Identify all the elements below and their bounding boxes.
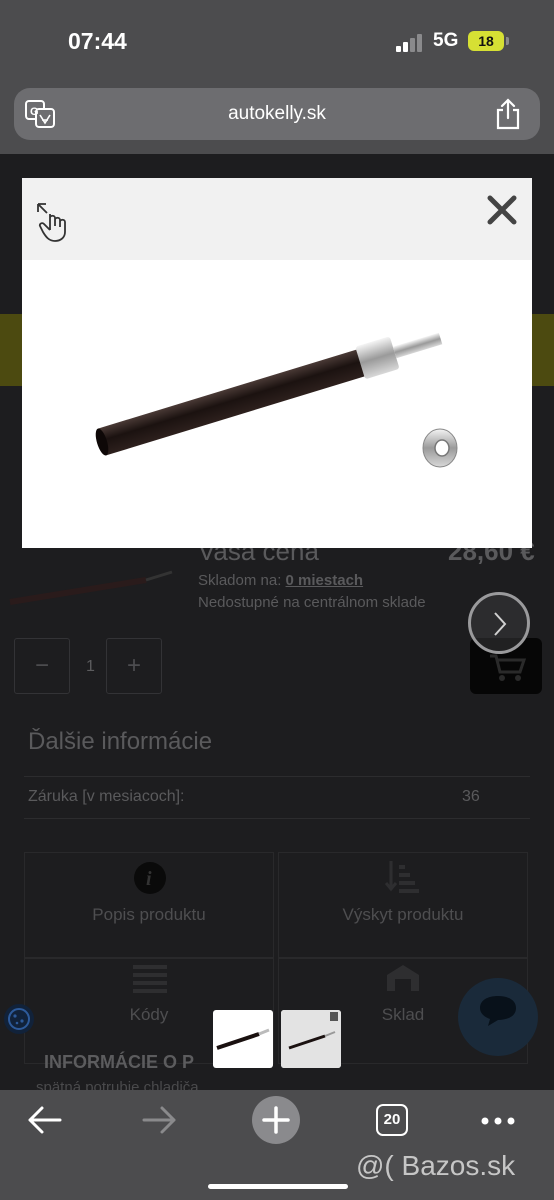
plus-icon [262, 1106, 290, 1134]
back-icon[interactable] [26, 1104, 62, 1136]
warranty-label: Záruka [v mesiacoch]: [28, 788, 185, 805]
more-icon[interactable] [480, 1116, 516, 1126]
stock-link[interactable]: 0 miestach [286, 572, 364, 589]
qty-plus-button[interactable]: + [106, 638, 162, 694]
tabs-button[interactable]: 20 [376, 1104, 408, 1136]
product-thumbnail[interactable] [6, 566, 176, 606]
battery-icon: 18 [468, 31, 504, 51]
gallery-thumbnail-1[interactable] [213, 1010, 273, 1068]
network-label: 5G [433, 30, 459, 51]
url-bar[interactable]: G autokelly.sk [14, 88, 540, 140]
warehouse-icon [387, 965, 419, 991]
image-lightbox [22, 178, 532, 548]
cell-label: Výskyt produktu [342, 905, 464, 924]
stock-prefix: Skladom na: [198, 572, 286, 589]
url-text: autokelly.sk [228, 103, 326, 124]
qty-minus-button[interactable]: − [14, 638, 70, 694]
more-info-title: Ďalšie informácie [28, 728, 213, 755]
sort-list-icon [385, 861, 419, 893]
product-image[interactable] [22, 260, 532, 548]
battery-tip [506, 37, 509, 45]
tab-product-description[interactable]: i Popis produktu [24, 852, 274, 958]
svg-text:i: i [146, 868, 152, 890]
divider [24, 818, 530, 819]
forward-icon[interactable] [142, 1104, 178, 1136]
next-image-button[interactable] [468, 592, 530, 654]
menu-lines-icon [133, 965, 167, 993]
signal-icon [396, 32, 426, 52]
cell-label: Popis produktu [92, 905, 206, 924]
tab-product-occurrence[interactable]: Výskyt produktu [278, 852, 528, 958]
cookie-settings-icon[interactable] [4, 1004, 34, 1034]
gallery-thumbnail-2[interactable] [281, 1010, 341, 1068]
status-bar: 07:44 5G 18 [0, 0, 554, 84]
info-heading-start: INFORMÁCIE O P [44, 1052, 195, 1072]
bottom-text: spätná potrubie chladiča [36, 1079, 199, 1090]
qty-value[interactable]: 1 [86, 658, 95, 676]
pinch-zoom-icon [37, 203, 66, 242]
divider [24, 776, 530, 777]
watermark: @( Bazos.sk [356, 1150, 516, 1181]
share-icon[interactable] [494, 98, 522, 130]
status-time: 07:44 [68, 28, 127, 54]
chevron-right-icon [494, 612, 507, 636]
unavailable-text: Nedostupné na centrálnom sklade [198, 594, 426, 611]
stock-info: Skladom na: 0 miestach [198, 572, 363, 589]
warranty-value: 36 [462, 788, 480, 805]
info-icon: i [134, 862, 166, 894]
home-indicator[interactable] [208, 1184, 348, 1189]
chat-icon [480, 996, 516, 1026]
chat-button[interactable] [458, 978, 538, 1056]
browser-chrome: G autokelly.sk [0, 84, 554, 154]
new-tab-button[interactable] [252, 1096, 300, 1144]
close-icon[interactable] [486, 194, 518, 226]
lightbox-header [22, 178, 532, 260]
